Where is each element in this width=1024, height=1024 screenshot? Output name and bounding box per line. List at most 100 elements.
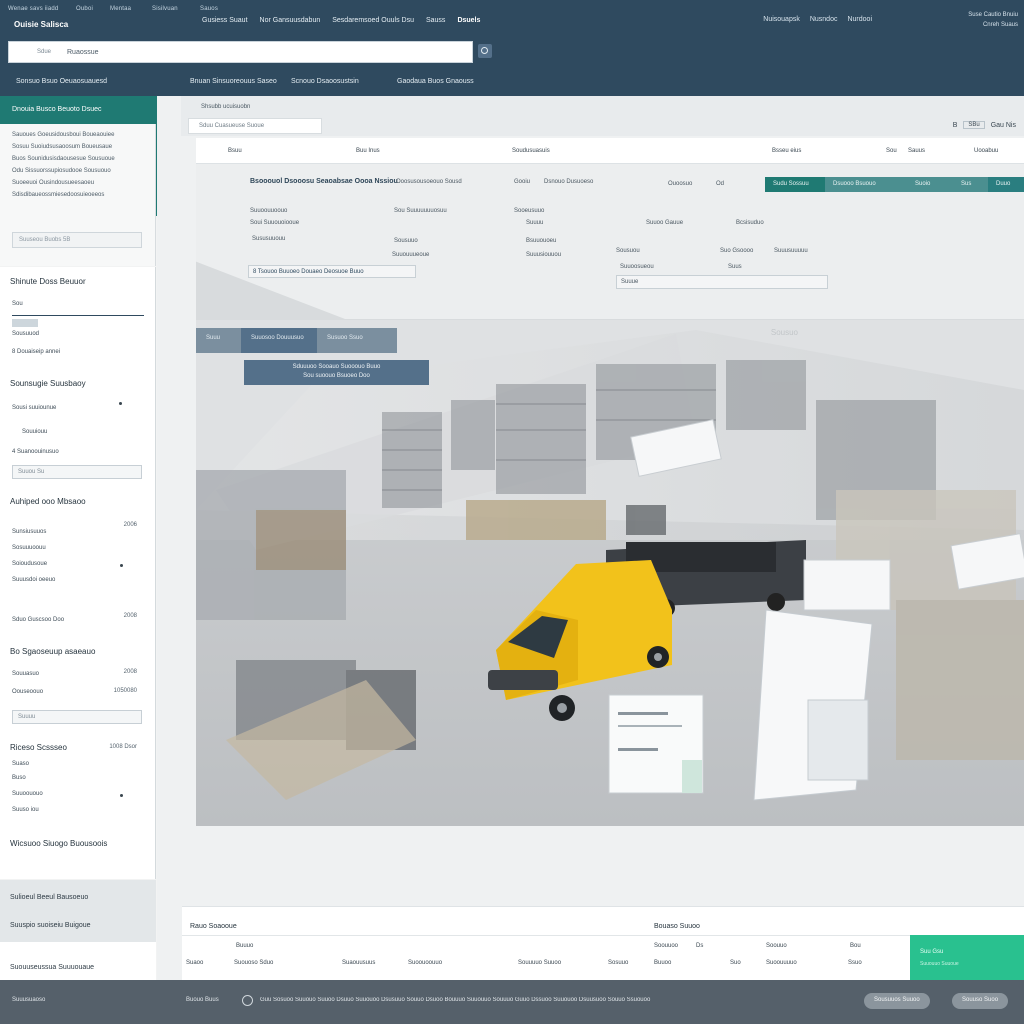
summary-line: Sauoues Goeusidousboui Boueaouiee bbox=[12, 132, 115, 138]
header-link[interactable]: Nuisouapsk bbox=[763, 16, 800, 23]
mini-link[interactable]: Sauos bbox=[200, 6, 218, 12]
column-header[interactable]: Buu Inus bbox=[356, 148, 380, 154]
summary-line: Buos Sounidusisdaousesue Sousuoue bbox=[12, 156, 115, 162]
user-menu[interactable]: Suse Cautio Bnuiu Cnreh Suaus bbox=[968, 10, 1018, 30]
nav-item[interactable]: Gusiess Suaut bbox=[202, 17, 248, 24]
subnav-item[interactable]: Scnouo Dsaoosustsin bbox=[291, 78, 359, 85]
mini-link[interactable]: Wenae savs iiadd bbox=[8, 6, 58, 12]
tab[interactable]: Dsuooo Bsuouo bbox=[825, 177, 907, 192]
mini-link[interactable]: Sisilvuan bbox=[152, 6, 178, 12]
table-filter-input[interactable]: Sduu Cuasueuse Suoue bbox=[188, 118, 322, 134]
scene-tooltip: Sduuuoo Sooauo Suooouo Buuo Sou suoouo B… bbox=[244, 360, 429, 385]
subnav-item[interactable]: Bnuan Sinsuoreouus Saseo bbox=[190, 78, 277, 85]
status-field[interactable]: Suuue bbox=[616, 275, 828, 289]
detail-cell: Sosuuo bbox=[608, 960, 629, 966]
list-item[interactable]: Souuiouu bbox=[22, 429, 47, 435]
primary-action-sub: Suuouuo Suuoue bbox=[920, 961, 959, 967]
column-header[interactable]: Sauus bbox=[908, 148, 925, 154]
primary-action-button[interactable]: Suu Gsu Suuouuo Suuoue bbox=[910, 935, 1024, 980]
list-item[interactable]: Sunsiusuuos bbox=[12, 529, 46, 535]
panel-field: Suuuu bbox=[526, 220, 544, 226]
chip[interactable]: Suuosoo Douuusuo bbox=[241, 328, 317, 353]
footer-link[interactable]: Suouuseussua Suuuouaue bbox=[10, 964, 94, 971]
section-heading: Shinute Doss Beuuor bbox=[10, 277, 86, 286]
panel-tabs: Sudu Sossuu Dsuooo Bsuouo Suoio Sus Duuo bbox=[765, 177, 1024, 192]
detail-cell: Soouuoo bbox=[654, 943, 679, 949]
detail-cell: Suaouusuus bbox=[342, 960, 376, 966]
nav-item[interactable]: Sauss bbox=[426, 17, 445, 24]
status-button[interactable]: Sousuuos Suuoo bbox=[864, 993, 930, 1009]
status-button[interactable]: Souuso Suoo bbox=[952, 993, 1009, 1009]
count-value: 2008 bbox=[123, 613, 137, 619]
list-item[interactable]: Sousuuod bbox=[12, 331, 39, 337]
count-value: 2008 bbox=[123, 669, 137, 675]
summary-line: Sosuu Suoiudsusaoosum Boueusaue bbox=[12, 144, 113, 150]
nav-item[interactable]: Nor Gansuusdabun bbox=[260, 17, 321, 24]
list-item[interactable]: Suaso bbox=[12, 761, 29, 767]
bottom-link[interactable]: Suuspio suoiseiu Buigoue bbox=[10, 922, 91, 929]
summary-field[interactable]: Suuseou Buobs 5B bbox=[12, 232, 142, 248]
mini-link[interactable]: Mentaa bbox=[110, 6, 131, 12]
header-link[interactable]: Nusndoc bbox=[810, 16, 838, 23]
column-header[interactable]: Sou bbox=[886, 148, 897, 154]
subnav-item[interactable]: Sonsuo Bsuo Oeuaosuauesd bbox=[16, 78, 107, 85]
filter-input[interactable]: Suuou Su bbox=[12, 465, 142, 479]
tab[interactable]: Sus bbox=[953, 177, 988, 192]
panel-field: Soui Suuouoiooue bbox=[250, 220, 300, 226]
list-item[interactable]: Buso bbox=[12, 775, 26, 781]
list-item[interactable]: Sosuuuoouu bbox=[12, 545, 46, 551]
panel-field: Sou Suuuuuuuosuu bbox=[394, 208, 447, 214]
selected-row[interactable]: 8 Tsouoo Buuoeo Douaeo Deosuoe Buuo bbox=[248, 265, 416, 278]
selected-chip[interactable] bbox=[12, 319, 38, 327]
list-item[interactable]: 8 Douaiseip annei bbox=[12, 349, 60, 355]
nav-item-active[interactable]: Dsuels bbox=[457, 17, 480, 24]
detail-cell: Suo bbox=[730, 960, 741, 966]
bottom-detail-bar: Rauo Soaooue Bouaso Suuoo Buuuo Soouuoo … bbox=[182, 906, 1024, 980]
page-number[interactable]: B bbox=[953, 122, 958, 129]
app-brand[interactable]: Ouisie Salisca bbox=[14, 20, 68, 29]
tab[interactable]: Duuo bbox=[988, 177, 1024, 192]
filter-input[interactable]: Suuuu bbox=[12, 710, 142, 724]
list-item[interactable]: Oouseoouo bbox=[12, 689, 43, 695]
settings-icon[interactable] bbox=[242, 995, 253, 1006]
status-bar: Suuusuaoso Buouo Buus Guu Sosuoo Suuouo … bbox=[0, 980, 1024, 1024]
list-item[interactable]: Soioudusoue bbox=[12, 561, 47, 567]
nav-item[interactable]: Sesdaremsoed Ouuls Dsu bbox=[332, 17, 414, 24]
column-header[interactable]: Soudusuasuis bbox=[512, 148, 550, 154]
list-item[interactable]: Suuoououo bbox=[12, 791, 43, 797]
list-item[interactable]: Sduo Guscsoo Doo bbox=[12, 617, 64, 623]
column-header[interactable]: Uooabuu bbox=[974, 148, 998, 154]
bottom-link[interactable]: Sulioeul Beeul Bausoeuo bbox=[10, 894, 88, 901]
chip[interactable]: Suuu bbox=[196, 328, 241, 353]
header-link[interactable]: Nurdooi bbox=[847, 16, 872, 23]
mini-link[interactable]: Ouboi bbox=[76, 6, 93, 12]
page-size-select[interactable]: SBu bbox=[963, 121, 985, 129]
list-item[interactable]: Souuasuo bbox=[12, 671, 39, 677]
panel-field: Suus bbox=[728, 264, 742, 270]
tab-active[interactable]: Sudu Sossuu bbox=[765, 177, 825, 192]
list-item[interactable]: Sou bbox=[12, 301, 23, 307]
subnav-item[interactable]: Gaodaua Buos Gnaouss bbox=[397, 78, 474, 85]
breadcrumb-text[interactable]: Shsubb ucuisuobn bbox=[201, 104, 250, 110]
panel-field: Suuoo Gauue bbox=[646, 220, 684, 226]
tab[interactable]: Suoio bbox=[907, 177, 953, 192]
list-item[interactable]: Suuusdoi oeeuo bbox=[12, 577, 55, 583]
panel-meta: Ooosusousoeouo Sousd bbox=[396, 179, 462, 185]
section-heading[interactable]: Wicsuoo Siuogo Buousoois bbox=[10, 839, 107, 848]
warehouse-scene bbox=[196, 320, 1024, 826]
search-input[interactable] bbox=[67, 48, 427, 56]
summary-line: Odu Sissuorssupiosudooe Sousuouo bbox=[12, 168, 111, 174]
list-item[interactable]: 4 Suanoouinusuo bbox=[12, 449, 59, 455]
panel-field: Suo Gsoooo bbox=[720, 248, 754, 254]
column-header[interactable]: Bsseu eius bbox=[772, 148, 801, 154]
search-icon[interactable] bbox=[478, 44, 492, 58]
dropdown-icon[interactable] bbox=[119, 402, 122, 405]
summary-line: Sdisdibaueossmiesedoosuieoeeos bbox=[12, 192, 105, 198]
chip[interactable]: Susuoo Ssuo bbox=[317, 328, 397, 353]
column-header[interactable]: Bsuu bbox=[228, 148, 242, 154]
list-item[interactable]: Suuso iou bbox=[12, 807, 39, 813]
detail-cell: Suaoo bbox=[186, 960, 204, 966]
user-role: Cnreh Suaus bbox=[982, 22, 1018, 28]
list-item[interactable]: Sousi suuiounue bbox=[12, 405, 56, 411]
status-dot bbox=[120, 564, 123, 567]
